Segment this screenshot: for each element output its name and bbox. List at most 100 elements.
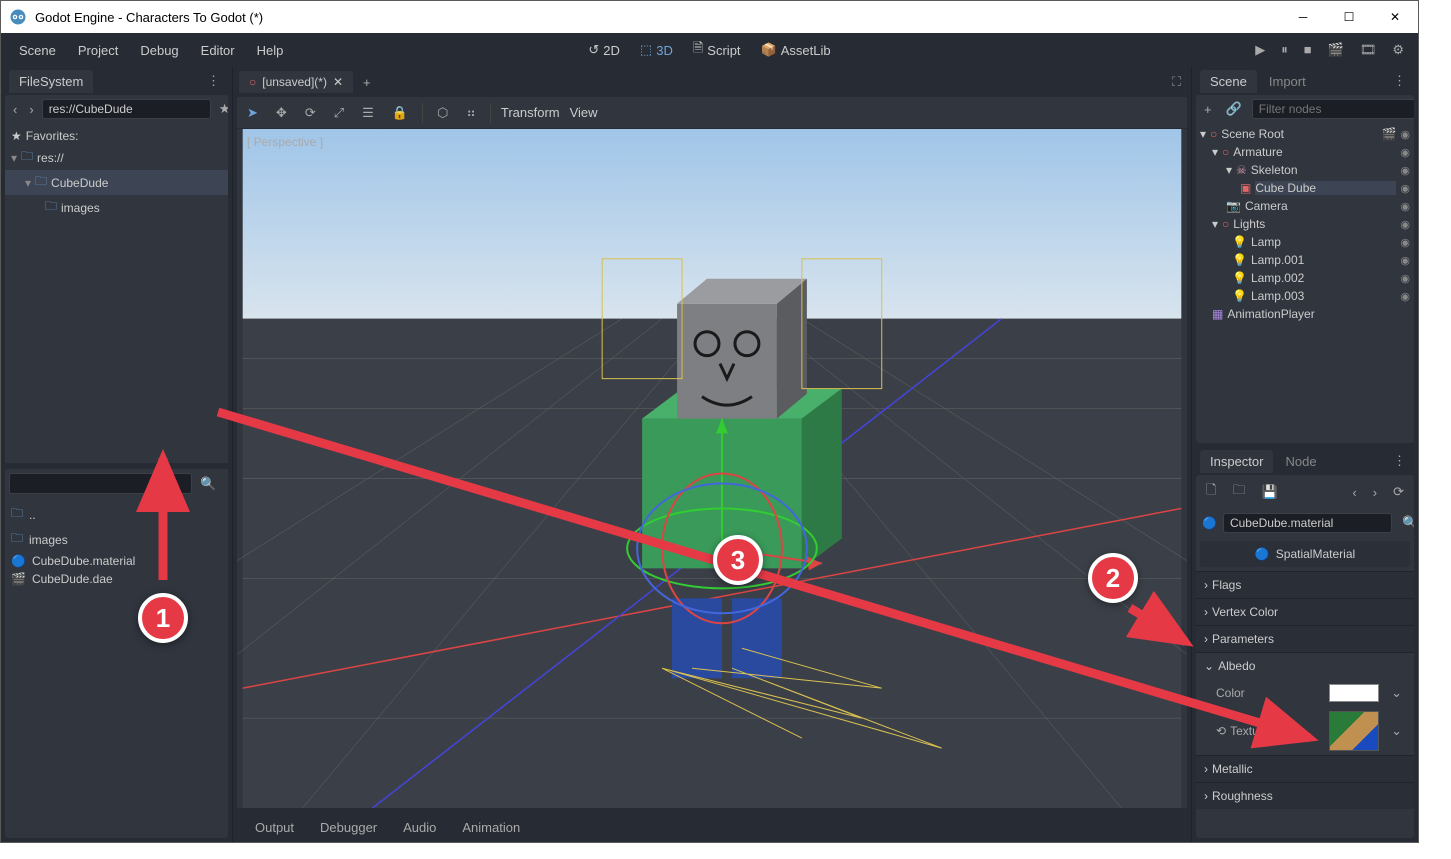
file-search-input[interactable] — [9, 473, 192, 494]
snap-icon[interactable]: ⠶ — [462, 103, 480, 123]
color-picker[interactable] — [1329, 684, 1379, 702]
history-fwd-icon[interactable]: › — [1369, 483, 1381, 502]
maximize-button[interactable]: ☐ — [1326, 1, 1372, 33]
toggle-script[interactable]: 🗎Script — [685, 35, 749, 65]
open-resource-icon[interactable]: 🗀 — [1228, 479, 1249, 505]
visibility-icon[interactable]: ◉ — [1400, 272, 1410, 285]
save-resource-icon[interactable]: 💾 — [1257, 482, 1281, 502]
node-skeleton[interactable]: ▾☠Skeleton◉ — [1196, 161, 1414, 179]
cube-icon[interactable]: ⬡ — [433, 103, 452, 123]
list-up[interactable]: 🗀.. — [5, 502, 228, 527]
add-node-icon[interactable]: + — [1200, 100, 1216, 119]
scale-tool-icon[interactable]: ⤢ — [330, 103, 348, 123]
play-scene-button[interactable]: 🎬 — [1324, 40, 1348, 60]
panel-menu-icon[interactable]: ⋮ — [203, 71, 224, 91]
list-material[interactable]: 🔵CubeDube.material — [5, 552, 228, 570]
transform-menu[interactable]: Transform — [501, 105, 560, 120]
tree-root[interactable]: ▾🗀res:// — [5, 145, 228, 170]
grid-view-icon[interactable]: ⠿ — [224, 474, 228, 494]
tree-images[interactable]: 🗀images — [5, 195, 228, 220]
visibility-icon[interactable]: ◉ — [1400, 128, 1410, 141]
favorite-icon[interactable]: ★ — [215, 99, 228, 119]
menu-scene[interactable]: Scene — [11, 39, 64, 62]
toggle-2d[interactable]: ↺2D — [580, 38, 628, 62]
list-dae[interactable]: 🎬CubeDude.dae — [5, 570, 228, 588]
search-icon[interactable]: 🔍 — [196, 474, 220, 494]
chevron-down-icon[interactable]: ⌄ — [1387, 683, 1406, 703]
visibility-icon[interactable]: ◉ — [1400, 164, 1410, 177]
pause-button[interactable]: ⏸ — [1277, 40, 1292, 60]
menu-editor[interactable]: Editor — [193, 39, 243, 62]
lock-icon[interactable]: 🔒 — [388, 103, 412, 123]
3d-viewport[interactable]: [ Perspective ] — [237, 129, 1187, 808]
section-metallic[interactable]: ›Metallic — [1196, 755, 1414, 782]
settings-icon[interactable]: ⚙ — [1388, 40, 1408, 60]
toggle-assetlib[interactable]: 📦AssetLib — [753, 38, 839, 62]
section-flags[interactable]: ›Flags — [1196, 571, 1414, 598]
link-icon[interactable]: 🔗 — [1222, 99, 1246, 119]
visibility-icon[interactable]: ◉ — [1400, 290, 1410, 303]
view-menu[interactable]: View — [570, 105, 598, 120]
fullscreen-icon[interactable]: ⛶ — [1168, 72, 1185, 92]
visibility-icon[interactable]: ◉ — [1400, 236, 1410, 249]
node-lamp[interactable]: 💡Lamp◉ — [1196, 233, 1414, 251]
node-lights[interactable]: ▾○Lights◉ — [1196, 215, 1414, 233]
node-camera[interactable]: 📷Camera◉ — [1196, 197, 1414, 215]
visibility-icon[interactable]: ◉ — [1400, 182, 1410, 195]
history-back-icon[interactable]: ‹ — [1348, 483, 1360, 502]
node-lamp3[interactable]: 💡Lamp.003◉ — [1196, 287, 1414, 305]
toggle-3d[interactable]: ⬚3D — [632, 38, 681, 62]
scene-tab[interactable]: ○[unsaved](*)✕ — [239, 71, 353, 93]
tab-output[interactable]: Output — [245, 816, 304, 839]
new-resource-icon[interactable]: 🗋 — [1202, 479, 1220, 505]
visibility-icon[interactable]: ◉ — [1400, 254, 1410, 267]
play-button[interactable]: ▶ — [1251, 40, 1269, 60]
add-tab-icon[interactable]: + — [359, 73, 375, 92]
stop-button[interactable]: ■ — [1300, 40, 1316, 60]
inspector-tab[interactable]: Inspector — [1200, 450, 1273, 473]
resource-name-input[interactable] — [1223, 513, 1392, 533]
node-scene-root[interactable]: ▾○Scene Root🎬◉ — [1196, 125, 1414, 143]
list-tool-icon[interactable]: ☰ — [358, 103, 378, 123]
filter-nodes-input[interactable] — [1252, 99, 1414, 119]
select-tool-icon[interactable]: ➤ — [243, 103, 262, 123]
filesystem-tab[interactable]: FileSystem — [9, 70, 93, 93]
scene-dock-tab[interactable]: Scene — [1200, 70, 1257, 93]
node-tab[interactable]: Node — [1275, 450, 1326, 473]
tab-animation[interactable]: Animation — [452, 816, 530, 839]
close-button[interactable]: ✕ — [1372, 1, 1418, 33]
rotate-tool-icon[interactable]: ⟳ — [301, 103, 320, 123]
search-icon[interactable]: 🔍 — [1398, 513, 1414, 533]
node-lamp2[interactable]: 💡Lamp.002◉ — [1196, 269, 1414, 287]
panel-menu-icon[interactable]: ⋮ — [1389, 71, 1410, 91]
node-cubedube[interactable]: ▣Cube Dube◉ — [1196, 179, 1414, 197]
tab-audio[interactable]: Audio — [393, 816, 446, 839]
panel-menu-icon[interactable]: ⋮ — [1389, 451, 1410, 471]
history-icon[interactable]: ⟳ — [1389, 482, 1408, 502]
revert-icon[interactable]: ⟲ — [1216, 724, 1226, 738]
section-albedo[interactable]: ⌄Albedo — [1196, 652, 1414, 679]
favorites-row[interactable]: ★Favorites: — [5, 127, 228, 145]
node-armature[interactable]: ▾○Armature◉ — [1196, 143, 1414, 161]
node-animplayer[interactable]: ▦AnimationPlayer — [1196, 305, 1414, 323]
import-dock-tab[interactable]: Import — [1259, 70, 1316, 93]
visibility-icon[interactable]: ◉ — [1400, 146, 1410, 159]
nav-fwd-icon[interactable]: › — [25, 100, 37, 119]
visibility-icon[interactable]: ◉ — [1400, 218, 1410, 231]
path-input[interactable] — [42, 99, 211, 119]
minimize-button[interactable]: ─ — [1280, 1, 1326, 33]
chevron-down-icon[interactable]: ⌄ — [1387, 721, 1406, 741]
resource-type[interactable]: 🔵SpatialMaterial — [1200, 541, 1410, 567]
menu-help[interactable]: Help — [249, 39, 292, 62]
close-tab-icon[interactable]: ✕ — [333, 75, 343, 89]
menu-debug[interactable]: Debug — [132, 39, 186, 62]
texture-slot[interactable] — [1329, 711, 1379, 751]
play-custom-button[interactable]: 🎞 — [1356, 40, 1381, 60]
tab-debugger[interactable]: Debugger — [310, 816, 387, 839]
move-tool-icon[interactable]: ✥ — [272, 103, 291, 123]
menu-project[interactable]: Project — [70, 39, 126, 62]
scene-icon[interactable]: 🎬 — [1381, 127, 1396, 141]
section-vertexcolor[interactable]: ›Vertex Color — [1196, 598, 1414, 625]
section-roughness[interactable]: ›Roughness — [1196, 782, 1414, 809]
perspective-label[interactable]: [ Perspective ] — [247, 135, 323, 149]
